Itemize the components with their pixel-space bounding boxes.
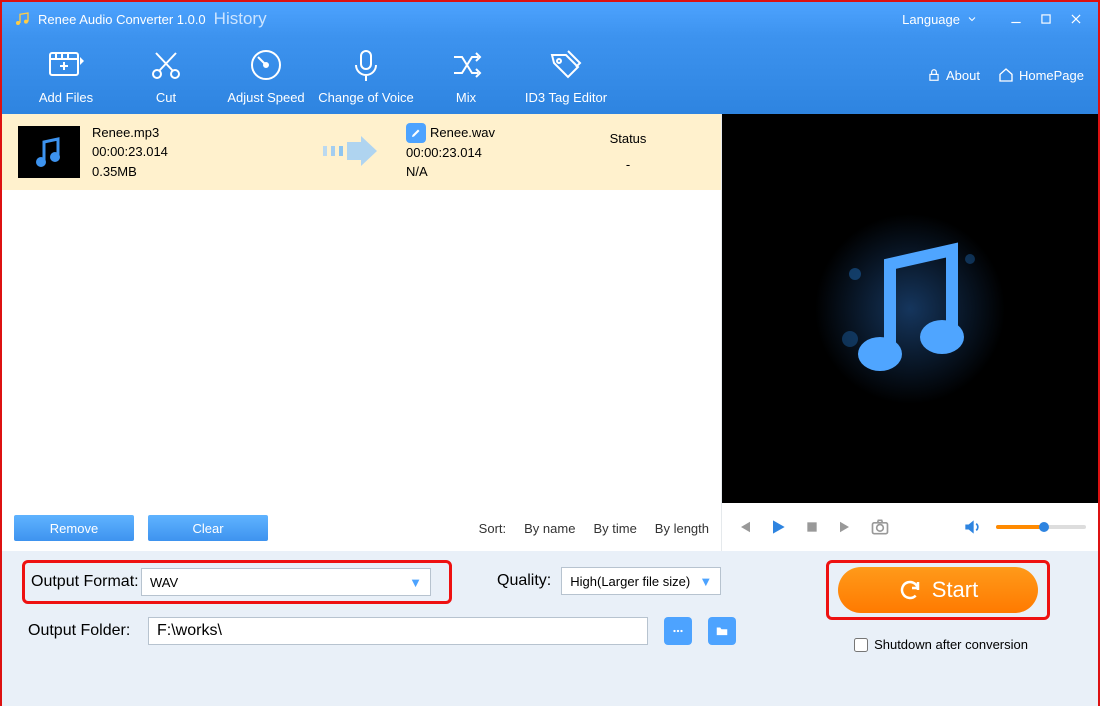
add-files-button[interactable]: Add Files xyxy=(16,46,116,105)
snapshot-button[interactable] xyxy=(870,517,890,537)
quality-select[interactable]: High(Larger file size) ▼ xyxy=(561,567,721,595)
sort-by-time[interactable]: By time xyxy=(593,521,636,536)
minimize-button[interactable] xyxy=(1006,9,1026,29)
close-button[interactable] xyxy=(1066,9,1086,29)
toolbar-label: Change of Voice xyxy=(318,90,413,105)
remove-button[interactable]: Remove xyxy=(14,515,134,541)
more-button[interactable] xyxy=(664,617,692,645)
play-button[interactable] xyxy=(768,517,788,537)
cut-button[interactable]: Cut xyxy=(116,46,216,105)
output-format-label: Output Format: xyxy=(31,573,141,591)
scissors-icon xyxy=(148,47,184,83)
mix-icon xyxy=(448,47,484,83)
output-format-value: WAV xyxy=(150,575,178,590)
homepage-link[interactable]: HomePage xyxy=(998,67,1084,83)
preview-panel xyxy=(722,114,1098,503)
toolbar: Add Files Cut Adjust Speed Change of Voi… xyxy=(2,36,1098,114)
about-link[interactable]: About xyxy=(927,68,980,83)
volume-slider[interactable] xyxy=(996,525,1086,529)
output-folder-value: F:\works\ xyxy=(157,622,222,640)
clear-button[interactable]: Clear xyxy=(148,515,268,541)
language-menu[interactable]: Language xyxy=(902,12,978,27)
app-title: Renee Audio Converter 1.0.0 xyxy=(38,12,206,27)
title-bar: Renee Audio Converter 1.0.0 History Lang… xyxy=(2,2,1098,36)
chevron-down-icon: ▼ xyxy=(409,575,422,590)
toolbar-label: Add Files xyxy=(39,90,93,105)
open-folder-button[interactable] xyxy=(708,617,736,645)
output-folder-input[interactable]: F:\works\ xyxy=(148,617,648,645)
toolbar-label: Adjust Speed xyxy=(227,90,304,105)
quality-value: High(Larger file size) xyxy=(570,574,690,589)
edit-icon[interactable] xyxy=(406,123,426,143)
music-note-icon xyxy=(810,209,1010,409)
gauge-icon xyxy=(248,47,284,83)
output-format-select[interactable]: WAV ▼ xyxy=(141,568,431,596)
player-controls xyxy=(722,503,1098,551)
source-filename: Renee.mp3 xyxy=(92,123,292,143)
file-thumbnail xyxy=(18,126,80,178)
shutdown-label: Shutdown after conversion xyxy=(874,637,1028,652)
next-button[interactable] xyxy=(836,517,856,537)
status-label: Status xyxy=(588,126,668,152)
file-row[interactable]: Renee.mp3 00:00:23.014 0.35MB Renee.wav … xyxy=(2,114,721,190)
language-label: Language xyxy=(902,12,960,27)
toolbar-label: Cut xyxy=(156,90,176,105)
history-link[interactable]: History xyxy=(214,9,267,29)
film-add-icon xyxy=(46,47,86,83)
volume-icon[interactable] xyxy=(962,517,982,537)
chevron-down-icon: ▼ xyxy=(699,574,712,589)
shutdown-checkbox-input[interactable] xyxy=(854,638,868,652)
app-logo-icon xyxy=(14,11,30,27)
stop-button[interactable] xyxy=(802,517,822,537)
tags-icon xyxy=(548,47,584,83)
source-duration: 00:00:23.014 xyxy=(92,142,292,162)
toolbar-label: ID3 Tag Editor xyxy=(525,90,607,105)
output-panel: Output Format: WAV ▼ Quality: High(Large… xyxy=(2,551,1098,706)
chevron-down-icon xyxy=(966,13,978,25)
toolbar-label: Mix xyxy=(456,90,476,105)
output-folder-label: Output Folder: xyxy=(28,622,138,640)
output-format-highlight: Output Format: WAV ▼ xyxy=(22,560,452,604)
output-filename: Renee.wav xyxy=(430,123,495,143)
source-filesize: 0.35MB xyxy=(92,162,292,182)
file-list: Renee.mp3 00:00:23.014 0.35MB Renee.wav … xyxy=(2,114,721,507)
start-button[interactable]: Start xyxy=(838,567,1038,613)
sort-label: Sort: xyxy=(479,521,506,536)
refresh-icon xyxy=(898,578,922,602)
sort-by-name[interactable]: By name xyxy=(524,521,575,536)
start-highlight: Start xyxy=(826,560,1050,620)
quality-label: Quality: xyxy=(497,572,551,590)
arrow-right-icon xyxy=(304,136,394,169)
id3-tag-button[interactable]: ID3 Tag Editor xyxy=(516,46,616,105)
shutdown-checkbox[interactable]: Shutdown after conversion xyxy=(854,637,1028,652)
mix-button[interactable]: Mix xyxy=(416,46,516,105)
change-voice-button[interactable]: Change of Voice xyxy=(316,46,416,105)
maximize-button[interactable] xyxy=(1036,9,1056,29)
output-filesize: N/A xyxy=(406,162,576,182)
adjust-speed-button[interactable]: Adjust Speed xyxy=(216,46,316,105)
prev-button[interactable] xyxy=(734,517,754,537)
sort-by-length[interactable]: By length xyxy=(655,521,709,536)
microphone-icon xyxy=(348,47,384,83)
home-icon xyxy=(998,67,1014,83)
status-value: - xyxy=(588,152,668,178)
output-duration: 00:00:23.014 xyxy=(406,143,576,163)
lock-icon xyxy=(927,68,941,82)
